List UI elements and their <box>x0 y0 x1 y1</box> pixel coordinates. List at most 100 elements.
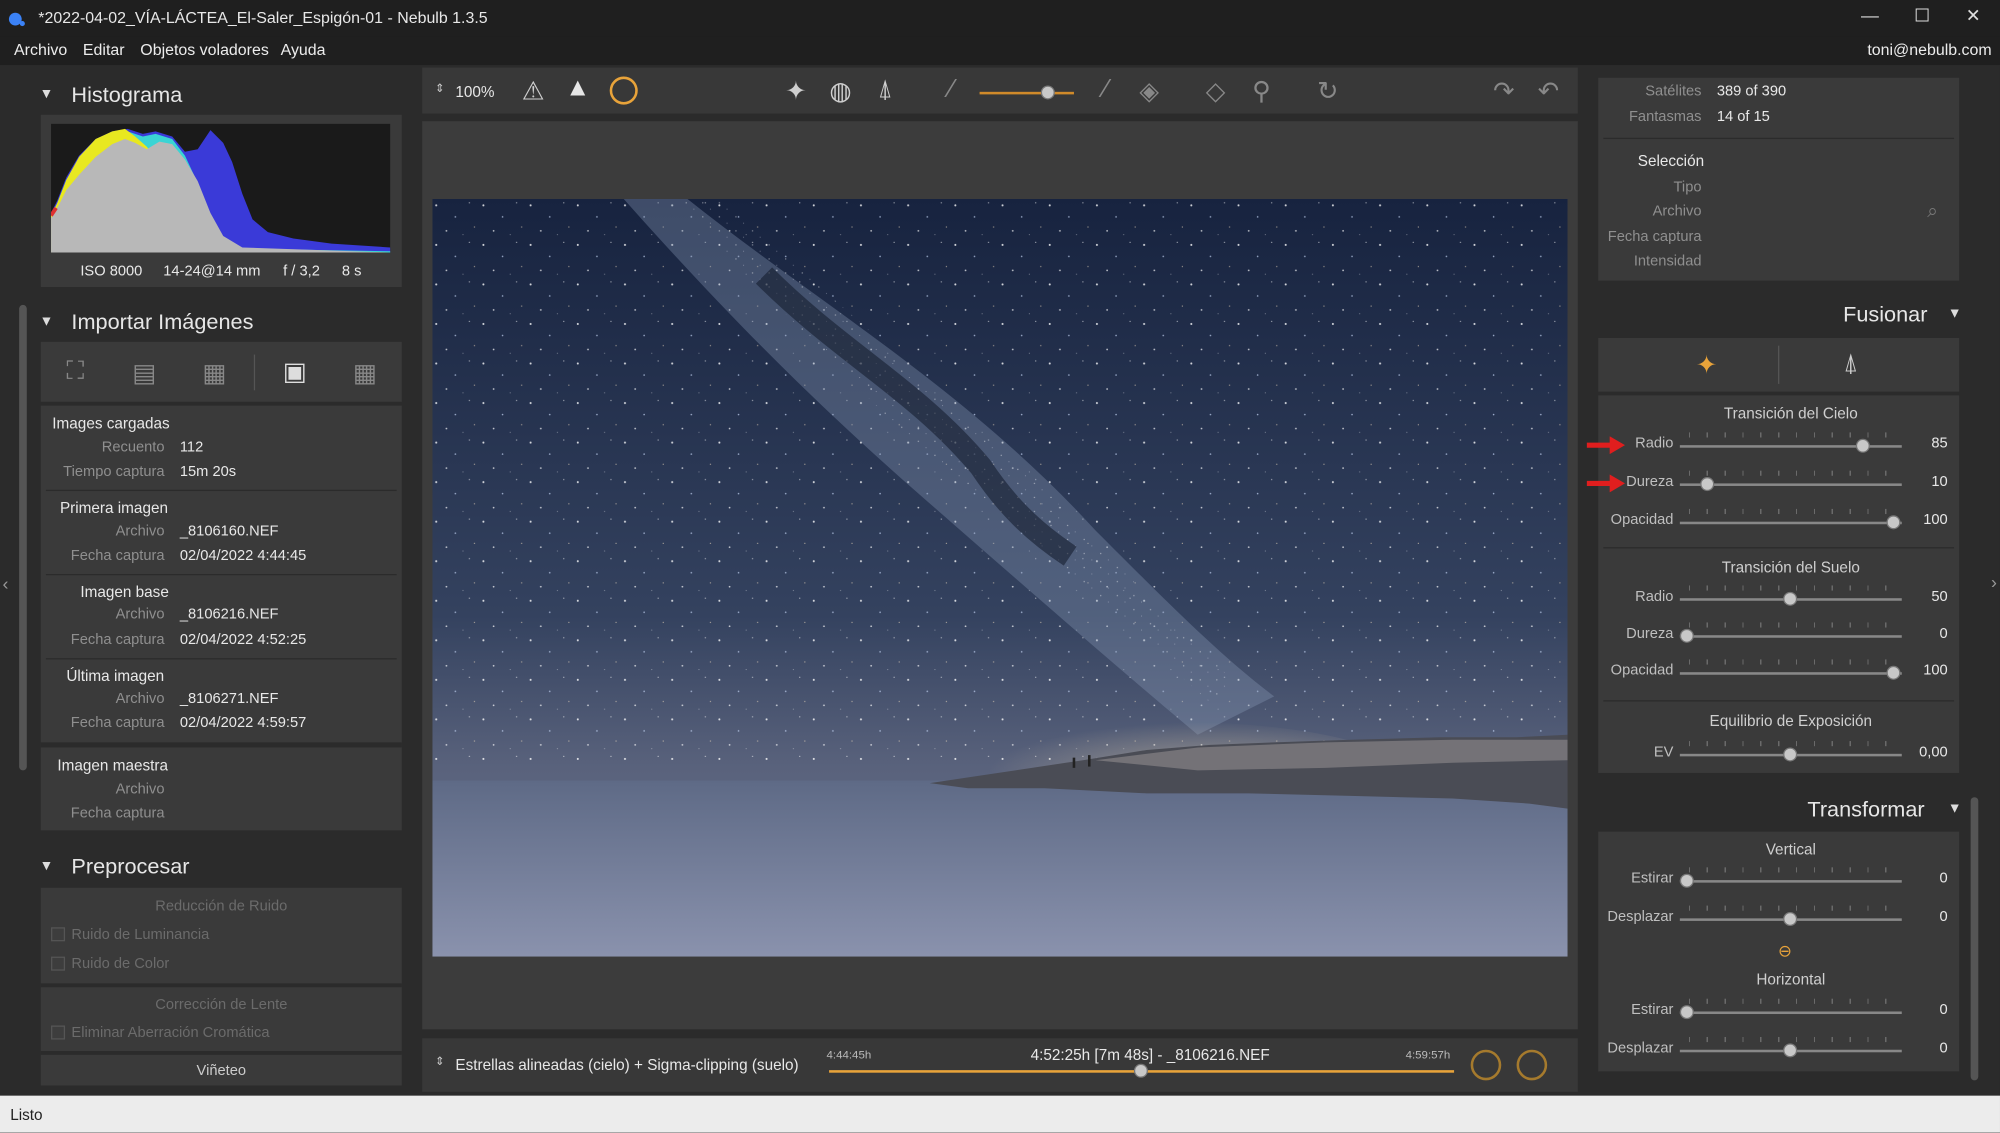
ground-dureza-slider[interactable] <box>1679 635 1902 638</box>
menu-editar[interactable]: Editar <box>83 41 125 59</box>
menu-archivo[interactable]: Archivo <box>14 41 67 59</box>
import-info-panel: Images cargadas Recuento 112 Tiempo capt… <box>40 405 402 831</box>
eraser-icon[interactable]: ◇ <box>1199 75 1232 107</box>
clock-back-icon[interactable] <box>1516 1049 1548 1081</box>
luminance-checkbox[interactable] <box>51 927 66 942</box>
sky-opacidad-slider[interactable] <box>1679 521 1902 525</box>
close-button[interactable]: ✕ <box>1948 5 1999 31</box>
tower-icon[interactable]: ⍋ <box>869 75 902 104</box>
image-viewport[interactable] <box>422 121 1578 1030</box>
chromatic-checkbox[interactable] <box>51 1025 66 1040</box>
paste-master-icon[interactable]: ▦ <box>348 357 381 389</box>
planet-icon[interactable]: ◍ <box>824 75 857 107</box>
link-icon[interactable]: ⊖ <box>1778 941 1792 961</box>
warning-filled-icon[interactable]: ▲ <box>561 74 594 103</box>
sky-radio-knob[interactable] <box>1855 438 1870 453</box>
ground-transition-header: Transición del Suelo <box>1721 558 1860 577</box>
fusionar-toggle-icon[interactable]: ▼ <box>1948 306 1962 321</box>
intensity-label: Intensidad <box>1633 253 1702 270</box>
time-label: Tiempo captura <box>63 464 165 480</box>
ground-dureza-value[interactable]: 0 <box>1899 626 1948 641</box>
zoom-level[interactable]: 100% <box>455 83 494 101</box>
horizontal-estirar-slider[interactable] <box>1679 1011 1902 1015</box>
slider-ticks <box>1688 622 1901 628</box>
ground-dureza-knob[interactable] <box>1679 628 1694 643</box>
master-image-icon[interactable]: ▣ <box>278 356 311 388</box>
warning-outline-icon[interactable]: ⚠ <box>517 75 550 107</box>
preprocess-toggle-icon[interactable]: ▼ <box>40 858 54 873</box>
clock-forward-icon[interactable] <box>1470 1049 1502 1081</box>
exposure-ev-knob[interactable] <box>1783 747 1798 762</box>
horizontal-estirar-value[interactable]: 0 <box>1899 1003 1948 1018</box>
horizontal-desplazar-value[interactable]: 0 <box>1899 1041 1948 1056</box>
left-scrollbar[interactable] <box>19 304 27 771</box>
first-image-header: Primera imagen <box>59 498 168 517</box>
refresh-icon[interactable]: ↻ <box>1311 75 1344 107</box>
last-file-value: _8106271.NEF <box>179 691 279 707</box>
palette-icon[interactable] <box>609 76 638 105</box>
broom-icon[interactable]: ⚲ <box>1245 75 1278 107</box>
first-file-label: Archivo <box>115 524 165 540</box>
slider-ticks <box>1688 905 1901 911</box>
maximize-button[interactable]: ☐ <box>1897 5 1948 31</box>
vignetting-header[interactable]: Viñeteo <box>41 1064 402 1079</box>
import-images-icon[interactable]: ⛶ <box>59 357 92 386</box>
slider-ticks <box>1688 470 1901 476</box>
timeline-knob[interactable] <box>1133 1063 1148 1078</box>
vertical-estirar-knob[interactable] <box>1679 873 1694 888</box>
base-file-label: Archivo <box>115 607 165 623</box>
brush-icon[interactable]: ⁄ <box>1089 75 1122 104</box>
sky-dureza-knob[interactable] <box>1700 477 1715 492</box>
last-date-value: 02/04/2022 4:59:57 <box>179 715 307 731</box>
sky-dureza-value[interactable]: 10 <box>1899 474 1947 489</box>
transformar-toggle-icon[interactable]: ▼ <box>1948 801 1962 816</box>
vertical-desplazar-value[interactable]: 0 <box>1899 909 1948 924</box>
undo-icon[interactable]: ↶ <box>1532 75 1565 107</box>
ground-opacidad-value[interactable]: 100 <box>1899 663 1947 678</box>
minimize-button[interactable]: — <box>1844 5 1895 31</box>
vertical-estirar-slider[interactable] <box>1679 880 1902 883</box>
sky-radio-value[interactable]: 85 <box>1899 436 1947 451</box>
import-folder-icon[interactable]: ▤ <box>128 357 161 389</box>
collapse-right-icon[interactable]: › <box>1991 571 1997 591</box>
stars-mode-icon[interactable]: ✦ <box>1690 349 1723 381</box>
fusion-mode[interactable]: Estrellas alineadas (cielo) + Sigma-clip… <box>455 1056 798 1074</box>
redo-icon[interactable]: ↷ <box>1487 75 1520 107</box>
vertical-estirar-value[interactable]: 0 <box>1899 871 1948 886</box>
menu-objetos-voladores[interactable]: Objetos voladores <box>140 41 269 59</box>
brush-size-slider[interactable] <box>979 91 1074 95</box>
color-noise-checkbox[interactable] <box>51 956 66 971</box>
vertical-desplazar-knob[interactable] <box>1783 911 1798 927</box>
sky-opacidad-value[interactable]: 100 <box>1899 513 1947 528</box>
title-bar: *2022-04-02_VÍA-LÁCTEA_El-Saler_Espigón-… <box>0 0 2000 37</box>
histogram-iso: ISO 8000 <box>80 264 143 280</box>
dureza-arrow-icon <box>1586 474 1625 493</box>
horizontal-desplazar-knob[interactable] <box>1783 1043 1798 1058</box>
mode-spinner-icon[interactable]: ⇕ <box>435 1055 445 1069</box>
import-toggle-icon[interactable]: ▼ <box>40 314 54 329</box>
zoom-spinner-icon[interactable]: ⇕ <box>435 82 445 96</box>
horizontal-estirar-knob[interactable] <box>1679 1005 1694 1020</box>
fill-bucket-icon[interactable]: ◈ <box>1133 75 1166 107</box>
lens-header: Corrección de Lente <box>155 997 288 1013</box>
menu-ayuda[interactable]: Ayuda <box>281 41 326 59</box>
find-file-icon[interactable]: ⌕ <box>1927 200 1938 222</box>
master-image-header: Imagen maestra <box>57 756 169 775</box>
brush-size-knob[interactable] <box>1040 85 1055 100</box>
window-title: *2022-04-02_VÍA-LÁCTEA_El-Saler_Espigón-… <box>38 8 488 27</box>
histogram-toggle-icon[interactable]: ▼ <box>40 87 54 102</box>
ground-radio-knob[interactable] <box>1783 591 1798 606</box>
magic-wand-icon[interactable]: ⁄ <box>935 75 968 104</box>
file-label: Archivo <box>1652 204 1702 220</box>
exposure-ev-value[interactable]: 0,00 <box>1899 745 1948 760</box>
paste-images-icon[interactable]: ▦ <box>198 357 231 389</box>
ground-radio-value[interactable]: 50 <box>1899 589 1947 604</box>
ground-mode-icon[interactable]: ⍋ <box>1834 349 1867 378</box>
stars-icon[interactable]: ✦ <box>779 75 812 107</box>
count-label: Recuento <box>101 440 165 456</box>
timeline-start: 4:44:45h <box>826 1048 872 1062</box>
collapse-left-icon[interactable]: ‹ <box>3 573 9 593</box>
user-account[interactable]: toni@nebulb.com <box>1867 41 1991 59</box>
ground-opacidad-slider[interactable] <box>1679 672 1902 675</box>
date-label: Fecha captura <box>1607 229 1702 245</box>
